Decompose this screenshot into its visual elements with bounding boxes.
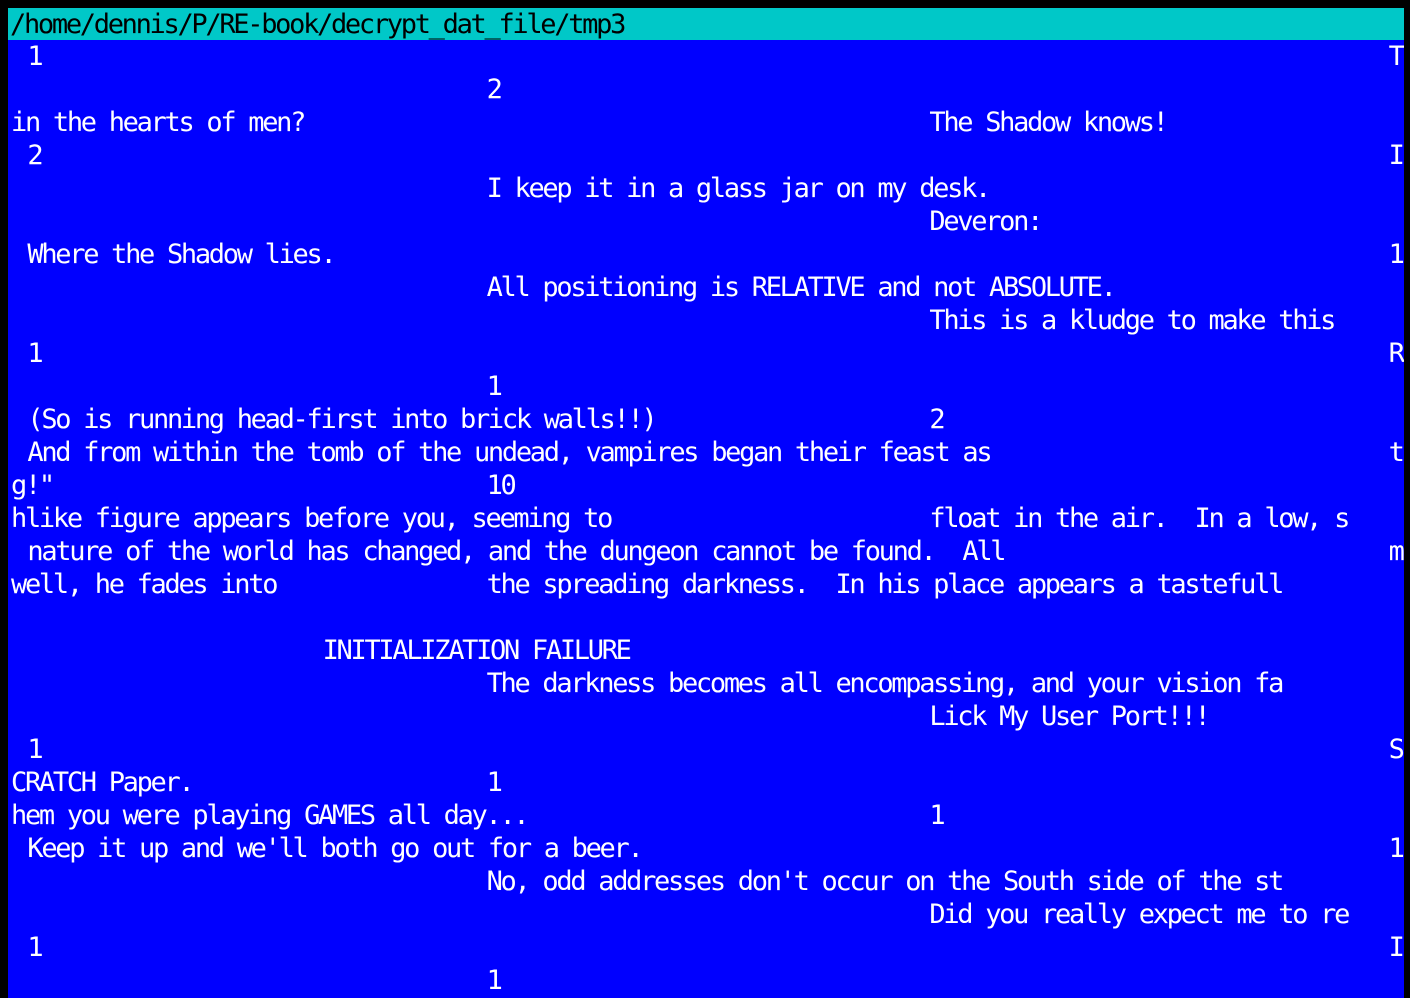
file-path-title: /home/dennis/P/RE-book/decrypt_dat_file/… (10, 9, 626, 40)
text-line: 2 I h (8, 139, 1404, 172)
text-segment: Keep it up and we'll both go out for a b… (27, 833, 643, 864)
text-segment: well, he fades into (11, 569, 278, 600)
text-line: g!" 10 (8, 469, 1404, 502)
text-line: nature of the world has changed, and the… (8, 535, 1404, 568)
text-line: Deveron: (8, 205, 1404, 238)
text-segment: All positioning is RELATIVE and not ABSO… (486, 272, 1117, 303)
text-segment: Rel (1388, 338, 1404, 369)
text-segment: The darkness becomes all encompassing, a… (486, 668, 1285, 699)
text-line: hem you were playing GAMES all day... 1 (8, 799, 1404, 832)
text-segment: 2 (929, 404, 945, 435)
text-line: in the hearts of men? The Shadow knows! (8, 106, 1404, 139)
text-segment: float in the air. In a low, s (929, 503, 1350, 534)
text-segment: Where the Shadow lies. (27, 239, 336, 270)
text-segment: INITIALIZATION FAILURE (322, 635, 632, 666)
text-line: 1 In (8, 931, 1404, 964)
text-segment: mus (1388, 536, 1404, 567)
text-line: The darkness becomes all encompassing, a… (8, 667, 1404, 700)
text-segment: 1 (27, 734, 43, 765)
text-segment: I h (1388, 140, 1404, 171)
text-segment: The (1388, 41, 1404, 72)
text-segment: hem you were playing GAMES all day... (11, 800, 530, 831)
text-segment: nature of the world has changed, and the… (27, 536, 1006, 567)
text-segment: g!" (11, 470, 55, 501)
text-segment: And from within the tomb of the undead, … (27, 437, 992, 468)
text-segment: Lick My User Port!!! (929, 701, 1210, 732)
text-segment: 1 (27, 41, 43, 72)
text-segment: 1 (486, 965, 503, 996)
text-line: 1 (8, 370, 1404, 403)
text-line: All positioning is RELATIVE and not ABSO… (8, 271, 1404, 304)
text-segment: 1 (27, 338, 43, 369)
text-segment: So (1388, 734, 1404, 765)
text-line: 1 The (8, 40, 1404, 73)
text-line: (So is running head-first into brick wal… (8, 403, 1404, 436)
text-segment: CRATCH Paper. (11, 767, 195, 798)
text-line: CRATCH Paper. 1 (8, 766, 1404, 799)
text-line: well, he fades into the spreading darknes… (8, 568, 1404, 601)
text-segment: 1 (27, 932, 43, 963)
text-line: 2 (8, 73, 1404, 106)
terminal-window: /home/dennis/P/RE-book/decrypt_dat_file/… (0, 0, 1410, 998)
text-line: INITIALIZATION FAILURE (8, 634, 1404, 667)
text-segment: In (1388, 932, 1404, 963)
text-segment: 2 (27, 140, 43, 171)
text-segment: tor (1388, 437, 1404, 468)
text-line (8, 601, 1404, 634)
text-segment: (So is running head-first into brick wal… (27, 404, 657, 435)
text-viewer-content[interactable]: 1The2in the hearts of men?The Shadow kno… (8, 40, 1404, 998)
title-bar: /home/dennis/P/RE-book/decrypt_dat_file/… (8, 8, 1404, 40)
text-line: 1 (8, 964, 1404, 997)
text-segment: hlike figure appears before you, seeming… (11, 503, 613, 534)
text-segment: Deveron: (929, 206, 1043, 237)
text-line: Did you really expect me to re (8, 898, 1404, 931)
text-line: This is a kludge to make this (8, 304, 1404, 337)
text-line: 1 So (8, 733, 1404, 766)
text-segment: 1 (929, 800, 945, 831)
text-segment: 2 (486, 74, 503, 105)
text-line: 1 Rel (8, 337, 1404, 370)
text-line: I keep it in a glass jar on my desk. (8, 172, 1404, 205)
text-segment: This is a kludge to make this (929, 305, 1336, 336)
text-line: Lick My User Port!!! (8, 700, 1404, 733)
text-segment: 10 (486, 470, 517, 501)
text-segment: No, odd addresses don't occur on the Sou… (486, 866, 1285, 897)
text-line: No, odd addresses don't occur on the Sou… (8, 865, 1404, 898)
text-segment: Did you really expect me to re (929, 899, 1350, 930)
text-segment: the spreading darkness. In his place app… (486, 569, 1285, 600)
text-line: Where the Shadow lies. 1 (8, 238, 1404, 271)
text-line: And from within the tomb of the undead, … (8, 436, 1404, 469)
text-segment: in the hearts of men? (11, 107, 306, 138)
text-segment: 1 (486, 371, 503, 402)
text-segment: The Shadow knows! (929, 107, 1169, 138)
text-segment: 1 (1388, 833, 1404, 864)
text-segment: 1 (486, 767, 503, 798)
text-line: hlike figure appears before you, seeming… (8, 502, 1404, 535)
text-line: Keep it up and we'll both go out for a b… (8, 832, 1404, 865)
text-segment: I keep it in a glass jar on my desk. (486, 173, 992, 204)
text-segment: 1 (1388, 239, 1404, 270)
